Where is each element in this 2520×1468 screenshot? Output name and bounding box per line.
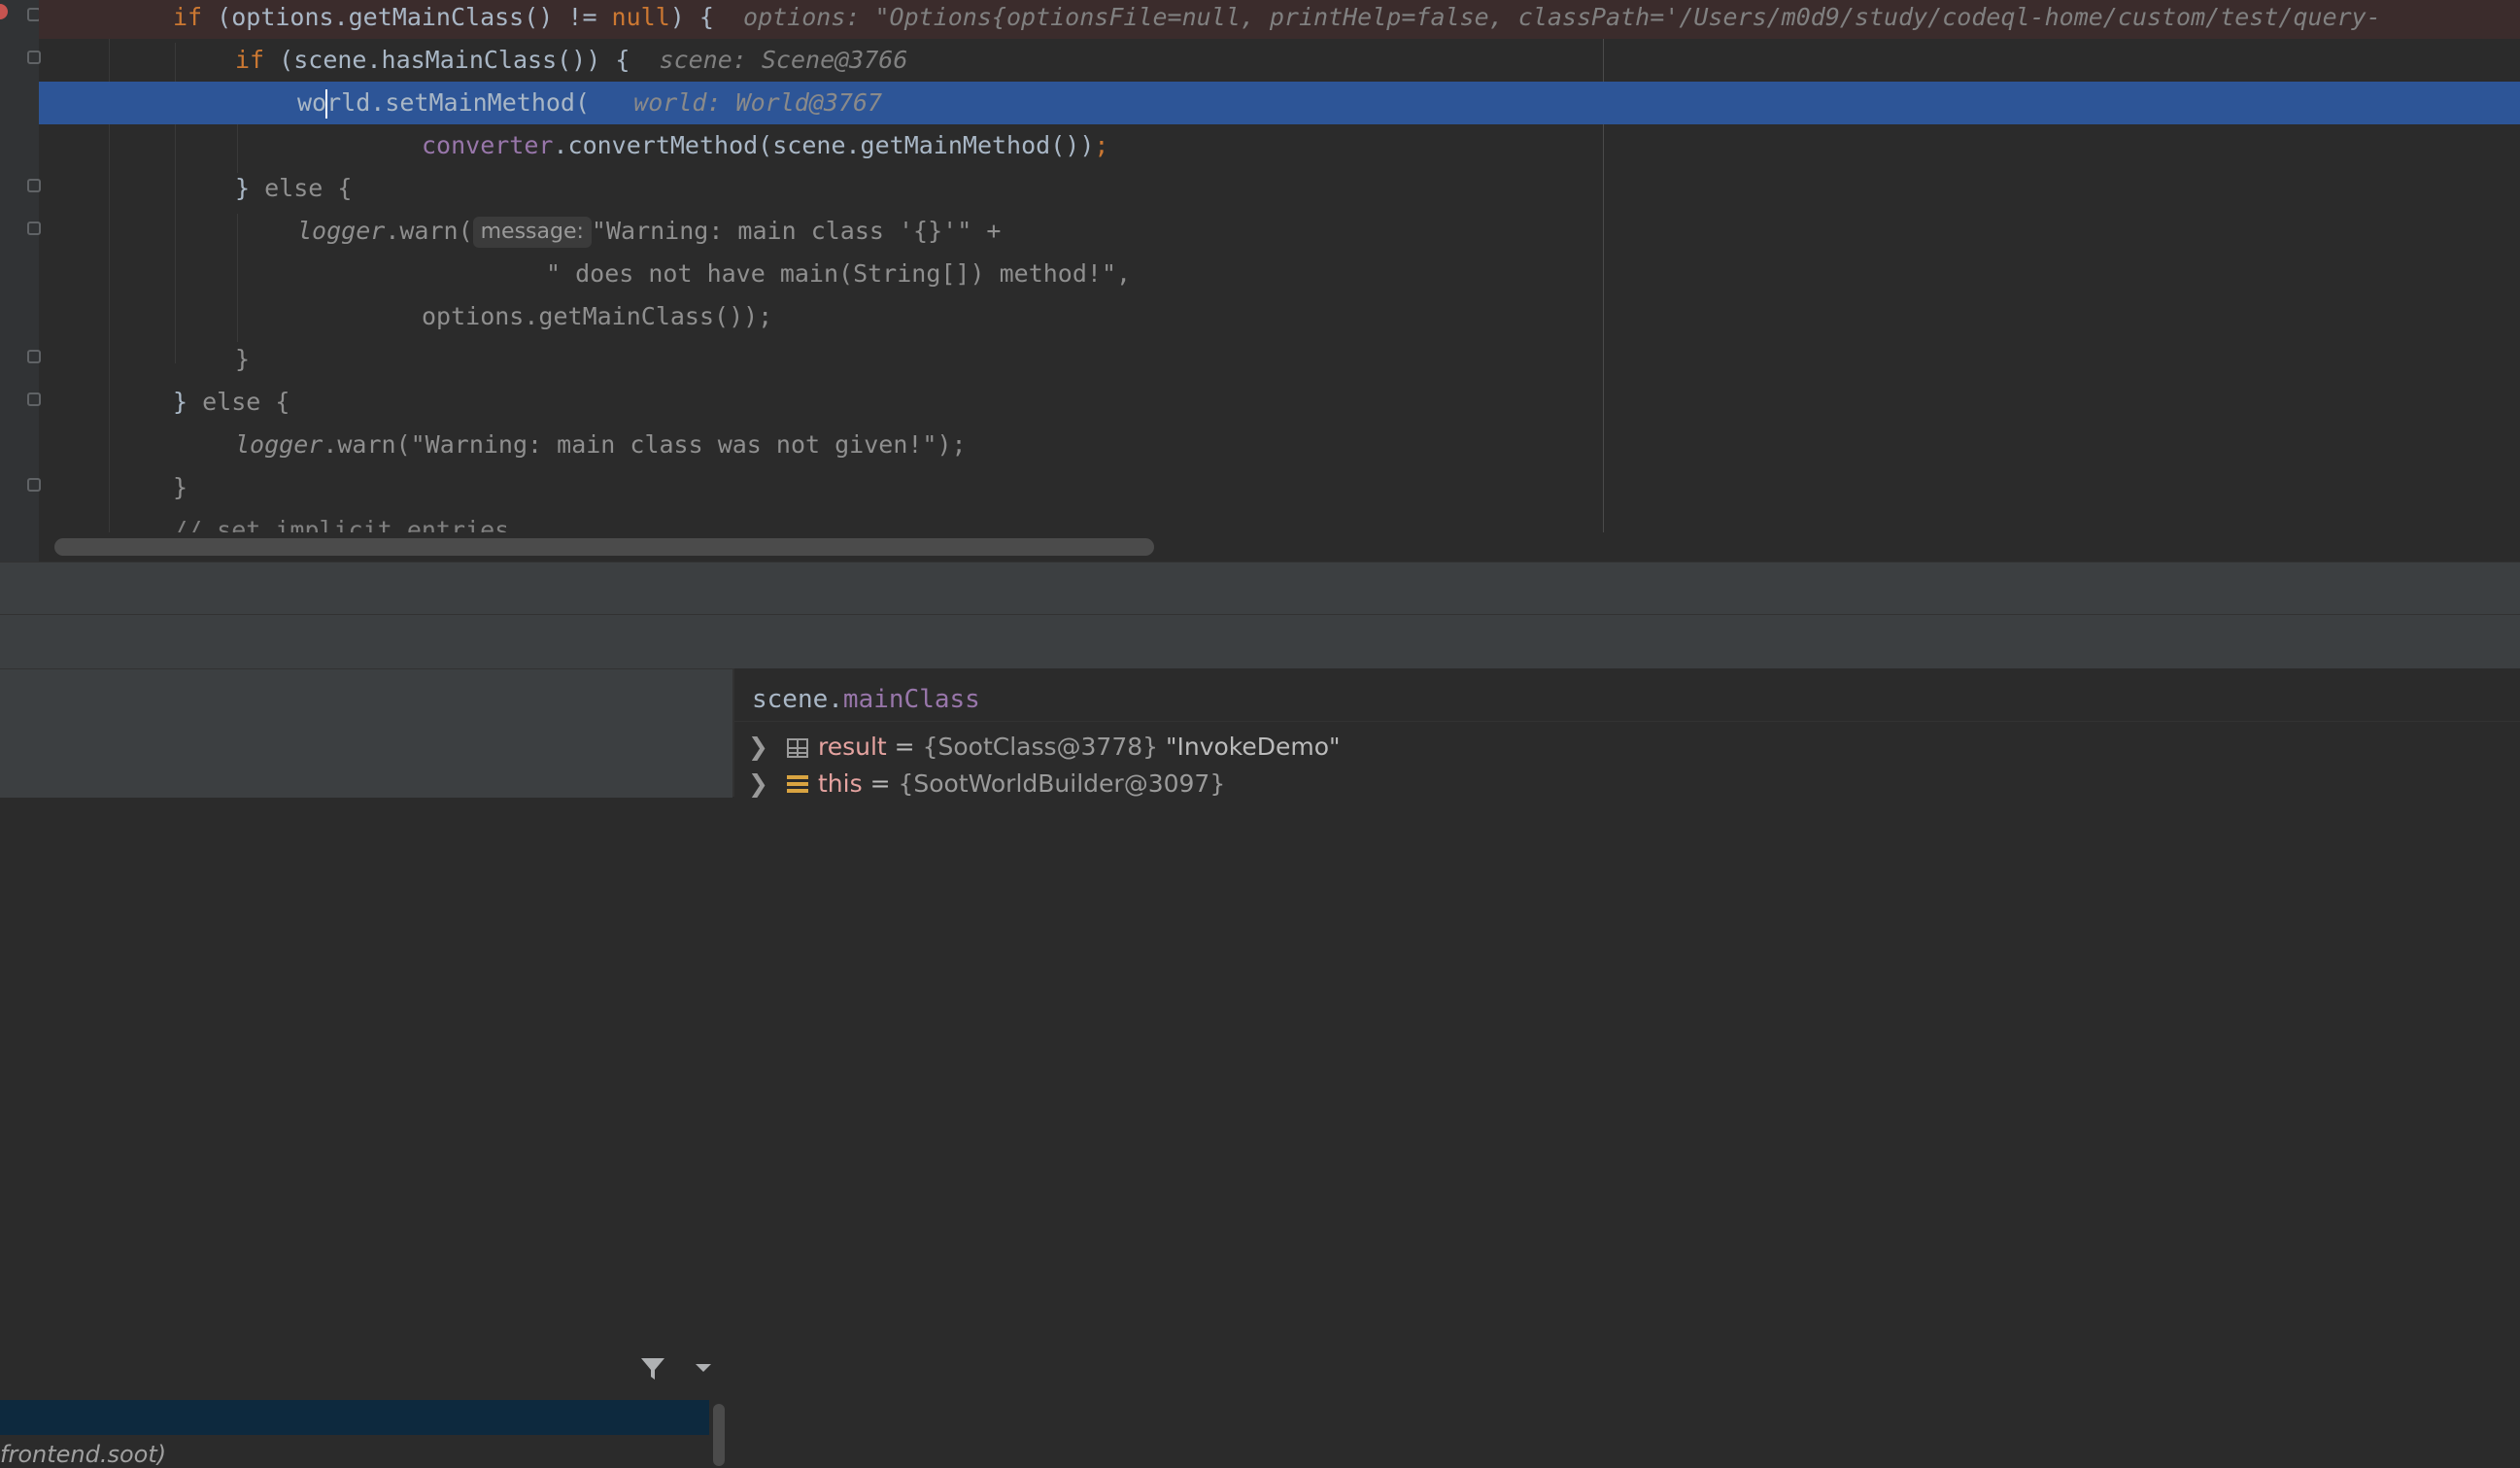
- code-text: {: [260, 388, 290, 416]
- equals-sign: =: [886, 733, 923, 761]
- expression-member: mainClass: [842, 685, 980, 714]
- code-text: rld.setMainMethod(: [326, 88, 591, 117]
- code-line-12[interactable]: }: [39, 466, 2520, 509]
- keyword-else: else: [202, 388, 261, 416]
- code-text: (scene.hasMainClass()) {: [264, 46, 630, 74]
- semicolon: ;: [1094, 131, 1109, 159]
- debugger-tabs-bar: [0, 562, 2520, 615]
- code-line-8[interactable]: options.getMainClass());: [39, 295, 2520, 338]
- frame-item[interactable]: frontend.soot): [0, 1441, 166, 1468]
- debugger-toolbar: [0, 614, 2520, 669]
- inline-debug-value: options: "Options{optionsFile=null, prin…: [743, 3, 2381, 31]
- code-line-11[interactable]: logger.warn("Warning: main class was not…: [39, 424, 2520, 466]
- variable-row-this[interactable]: ❯ this = {SootWorldBuilder@3097}: [748, 768, 1225, 801]
- keyword-else: else: [264, 174, 324, 202]
- vertical-scrollbar-thumb[interactable]: [713, 1404, 725, 1466]
- frames-panel[interactable]: frontend.soot): [0, 668, 732, 1468]
- table-icon: [787, 738, 808, 758]
- evaluate-expression[interactable]: scene.mainClass: [752, 684, 980, 715]
- separator: [734, 721, 2520, 722]
- code-text: ) {: [669, 3, 714, 31]
- code-text: }: [235, 345, 251, 373]
- variable-name: result: [818, 733, 887, 761]
- variable-value: "InvokeDemo": [1158, 733, 1341, 761]
- code-text: ,: [1116, 259, 1132, 288]
- field-reference: converter: [422, 131, 554, 159]
- equals-sign: =: [862, 769, 899, 798]
- code-text: }: [173, 388, 203, 416]
- current-execution-line[interactable]: world.setMainMethod( world: World@3767: [39, 82, 2520, 124]
- filter-icon[interactable]: [639, 1355, 666, 1383]
- code-text: .warn(: [323, 430, 411, 459]
- variable-type: {SootWorldBuilder@3097}: [898, 769, 1226, 798]
- horizontal-scrollbar-thumb[interactable]: [54, 538, 1154, 556]
- code-line-6[interactable]: logger.warn(message: "Warning: main class…: [39, 210, 2520, 253]
- code-line-7[interactable]: " does not have main(String[]) method!",: [39, 253, 2520, 295]
- field-icon: [787, 775, 808, 795]
- expression-object: scene.: [752, 685, 843, 714]
- code-text: .convertMethod(scene.getMainMethod()): [553, 131, 1095, 159]
- code-line-4[interactable]: converter.convertMethod(scene.getMainMet…: [39, 124, 2520, 167]
- code-text: (options.getMainClass() !=: [202, 3, 612, 31]
- code-text: options.getMainClass());: [422, 302, 773, 330]
- inline-debug-value: scene: Scene@3766: [659, 46, 908, 74]
- code-text: .warn(: [385, 217, 473, 245]
- logger-reference: logger: [235, 430, 324, 459]
- code-editor[interactable]: if (options.getMainClass() != null) { op…: [0, 0, 2520, 562]
- parameter-hint: message:: [472, 217, 592, 248]
- logger-reference: logger: [297, 217, 386, 245]
- string-literal: "Warning: main class '{}'": [591, 217, 972, 245]
- chevron-down-icon[interactable]: [694, 1361, 713, 1375]
- variable-type: {SootClass@3778}: [922, 733, 1159, 761]
- code-text: {: [323, 174, 353, 202]
- string-literal: "Warning: main class was not given!": [410, 430, 937, 459]
- selected-frame-row[interactable]: [0, 1400, 709, 1435]
- variable-row-result[interactable]: ❯ result = {SootClass@3778} "InvokeDemo": [748, 731, 1341, 764]
- expand-arrow-icon[interactable]: ❯: [748, 731, 769, 764]
- code-text: wo: [297, 88, 327, 117]
- code-line-10[interactable]: } else {: [39, 381, 2520, 424]
- code-text: }: [173, 473, 188, 501]
- code-text: );: [936, 430, 967, 459]
- code-text: }: [235, 174, 265, 202]
- string-literal: " does not have main(String[]) method!": [546, 259, 1116, 288]
- keyword-null: null: [611, 3, 670, 31]
- code-line-5[interactable]: } else {: [39, 167, 2520, 210]
- code-text: +: [971, 217, 1002, 245]
- code-line-9[interactable]: }: [39, 338, 2520, 381]
- keyword-if: if: [235, 46, 265, 74]
- inline-debug-value: world: World@3767: [633, 88, 883, 117]
- code-line-1[interactable]: if (options.getMainClass() != null) { op…: [39, 0, 2520, 39]
- keyword-if: if: [173, 3, 203, 31]
- code-line-2[interactable]: if (scene.hasMainClass()) { scene: Scene…: [39, 39, 2520, 82]
- expand-arrow-icon[interactable]: ❯: [748, 768, 769, 801]
- variable-name: this: [818, 769, 863, 798]
